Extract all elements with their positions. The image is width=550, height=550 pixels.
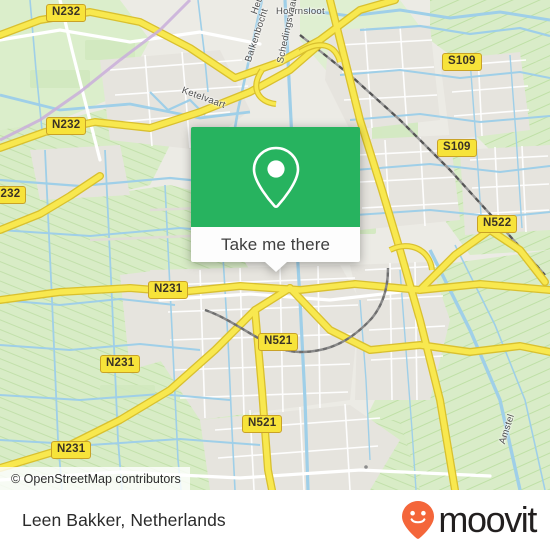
road-shield: N231 [51,441,92,459]
map-pin-icon [252,146,299,208]
road-shield: S109 [442,53,482,71]
moovit-wordmark: moovit [438,499,537,540]
moovit-map-screenshot: HoornslootHeuvelkochtBalkenbochtScheding… [0,0,550,550]
road-shield: N521 [258,333,299,351]
take-me-there-card[interactable]: Take me there [191,127,360,272]
water-label: Hoornsloot [276,6,325,17]
card-pointer-tail [264,262,287,272]
road-shield: N232 [0,186,27,204]
road-shield: N522 [477,215,518,233]
road-shield: S109 [437,139,477,157]
moovit-smiley-pin-icon [402,501,435,539]
road-shield: N231 [148,281,189,299]
footer-bar: Leen Bakker, Netherlands moovit [0,490,550,550]
card-cta-area[interactable]: Take me there [191,227,360,272]
osm-attribution-text: © OpenStreetMap contributors [11,471,181,486]
place-name: Leen Bakker, Netherlands [22,509,226,530]
road-shield: N232 [46,4,87,22]
road-shield: N231 [100,355,141,373]
card-pin-area [191,127,360,227]
take-me-there-label: Take me there [220,234,331,254]
osm-attribution[interactable]: © OpenStreetMap contributors [0,467,190,490]
road-shield: N232 [46,117,87,135]
moovit-logo[interactable]: moovit [401,499,537,540]
road-shield: N521 [242,415,283,433]
